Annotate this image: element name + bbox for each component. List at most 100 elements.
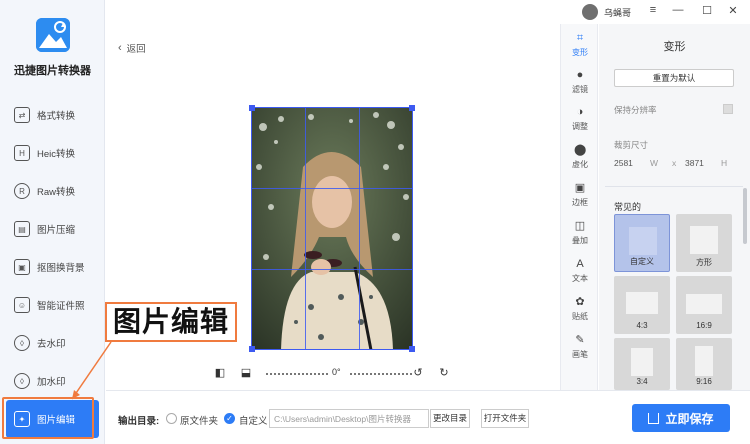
crop-handle-top-right[interactable]	[409, 105, 415, 111]
overlay-icon: ◫	[574, 220, 586, 232]
brush-icon: ✎	[575, 334, 585, 346]
ratio-preview	[626, 292, 658, 314]
times-sign: x	[672, 158, 677, 168]
crop-gridline	[358, 108, 360, 349]
minimize-icon[interactable]: —	[671, 4, 685, 16]
height-unit: H	[721, 158, 728, 168]
change-directory-button[interactable]: 更改目录	[430, 409, 470, 428]
reset-default-button[interactable]: 重置为默认	[614, 69, 734, 87]
output-label: 输出目录:	[118, 416, 160, 427]
crop-handle-bottom-right[interactable]	[409, 346, 415, 352]
username[interactable]: 乌蝇哥	[604, 6, 631, 19]
adjust-icon: ◑	[576, 106, 584, 118]
ratio-label: 16:9	[696, 321, 712, 330]
width-unit: W	[650, 158, 659, 168]
ratio-label: 9:16	[696, 377, 712, 386]
crop-handle-bottom-left[interactable]	[249, 346, 255, 352]
panel-title: 变形	[663, 41, 686, 53]
option-custom-label: 自定义	[239, 416, 268, 427]
keep-resolution-label: 保持分辨率	[614, 105, 657, 115]
border-icon: ▣	[574, 182, 586, 194]
common-ratios-label: 常见的	[614, 202, 642, 212]
crop-frame[interactable]	[249, 105, 415, 352]
title-bar: 乌蝇哥 ≡ — ☐ ✕	[560, 0, 750, 24]
ratio-9-16[interactable]: 9:16	[676, 338, 732, 390]
tool-brush[interactable]: ✎ 画笔	[561, 334, 599, 360]
crop-size-label: 裁剪尺寸	[614, 140, 649, 150]
tool-label: 画笔	[572, 350, 588, 359]
output-bar: 输出目录: 原文件夹 ✓ 自定义 C:\Users\admin\Desktop\…	[106, 390, 750, 444]
sticker-icon: ✿	[575, 296, 585, 308]
ratio-preview	[631, 348, 653, 376]
back-button[interactable]: ‹ 返回	[118, 41, 146, 55]
chevron-left-icon: ‹	[118, 42, 122, 54]
radio-original-folder[interactable]	[166, 413, 177, 424]
hamburger-icon[interactable]: ≡	[646, 4, 660, 16]
ratio-custom[interactable]: 自定义	[614, 214, 670, 272]
rotation-angle: 0°	[332, 367, 341, 377]
save-now-button[interactable]: 立即保存	[632, 404, 730, 432]
tool-label: 变形	[572, 48, 588, 57]
ratio-4-3[interactable]: 4:3	[614, 276, 670, 334]
avatar[interactable]	[582, 4, 598, 20]
crop-icon: ⌗	[576, 32, 584, 44]
ratio-preview	[686, 294, 722, 314]
tool-label: 虚化	[572, 160, 588, 169]
ratio-preview	[695, 346, 713, 376]
flip-vertical-icon[interactable]: ⬓	[240, 367, 252, 379]
divider	[605, 186, 743, 187]
keep-resolution-checkbox[interactable]	[723, 104, 733, 114]
ratio-preview	[629, 227, 657, 255]
tool-filter[interactable]: ● 滤镜	[561, 69, 599, 95]
open-folder-button[interactable]: 打开文件夹	[481, 409, 529, 428]
ratio-label: 4:3	[636, 321, 648, 330]
tool-blur[interactable]: ⬤ 虚化	[561, 144, 599, 170]
ratio-label: 3:4	[636, 377, 648, 386]
ratio-label: 方形	[696, 258, 712, 267]
filter-icon: ●	[576, 69, 584, 81]
blur-icon: ⬤	[574, 144, 587, 156]
tool-text[interactable]: A 文本	[561, 258, 599, 284]
crop-gridline	[252, 268, 412, 270]
crop-height-input[interactable]: 3871	[685, 158, 704, 168]
rotate-right-icon[interactable]: ↻	[438, 367, 450, 379]
tool-label: 叠加	[572, 236, 588, 245]
flip-horizontal-icon[interactable]: ◧	[214, 367, 226, 379]
output-path-input[interactable]: C:\Users\admin\Desktop\图片转换器	[269, 409, 429, 428]
radio-custom-folder[interactable]: ✓	[224, 413, 235, 424]
ratio-16-9[interactable]: 16:9	[676, 276, 732, 334]
tool-label: 贴纸	[572, 312, 588, 321]
transform-panel: 变形 重置为默认 保持分辨率 裁剪尺寸 2581 W x 3871 H 常见的 …	[599, 24, 750, 390]
tool-label: 滤镜	[572, 85, 588, 94]
crop-handle-top-left[interactable]	[249, 105, 255, 111]
tool-sticker[interactable]: ✿ 贴纸	[561, 296, 599, 322]
ratio-3-4[interactable]: 3:4	[614, 338, 670, 390]
text-icon: A	[576, 258, 584, 270]
maximize-icon[interactable]: ☐	[700, 4, 714, 17]
rotation-slider-right[interactable]	[350, 373, 412, 375]
tool-label: 边框	[572, 198, 588, 207]
annotation-label: 图片编辑	[105, 302, 237, 342]
save-label: 立即保存	[665, 411, 714, 426]
ratio-square[interactable]: 方形	[676, 214, 732, 272]
tool-label: 调整	[572, 122, 588, 131]
tool-border[interactable]: ▣ 边框	[561, 182, 599, 208]
back-label: 返回	[126, 44, 146, 55]
rotate-left-icon[interactable]: ↺	[412, 367, 424, 379]
ratio-preview	[690, 226, 718, 254]
download-icon	[648, 412, 660, 424]
crop-gridline	[305, 108, 307, 349]
ratio-label: 自定义	[630, 257, 654, 266]
transform-toolbar: ◧ ⬓ 0° ↺ ↻	[106, 364, 560, 384]
panel-scrollbar[interactable]	[743, 188, 747, 244]
option-original-label: 原文件夹	[180, 416, 219, 427]
tool-transform[interactable]: ⌗ 变形	[561, 32, 599, 58]
tool-label: 文本	[572, 274, 588, 283]
tool-column: ⌗ 变形 ● 滤镜 ◑ 调整 ⬤ 虚化 ▣ 边框 ◫ 叠加 A 文本 ✿ 贴纸 …	[560, 24, 598, 390]
crop-width-input[interactable]: 2581	[614, 158, 633, 168]
close-icon[interactable]: ✕	[726, 4, 740, 17]
rotation-slider-left[interactable]	[266, 373, 328, 375]
crop-gridline	[252, 188, 412, 190]
tool-adjust[interactable]: ◑ 调整	[561, 106, 599, 132]
tool-overlay[interactable]: ◫ 叠加	[561, 220, 599, 246]
